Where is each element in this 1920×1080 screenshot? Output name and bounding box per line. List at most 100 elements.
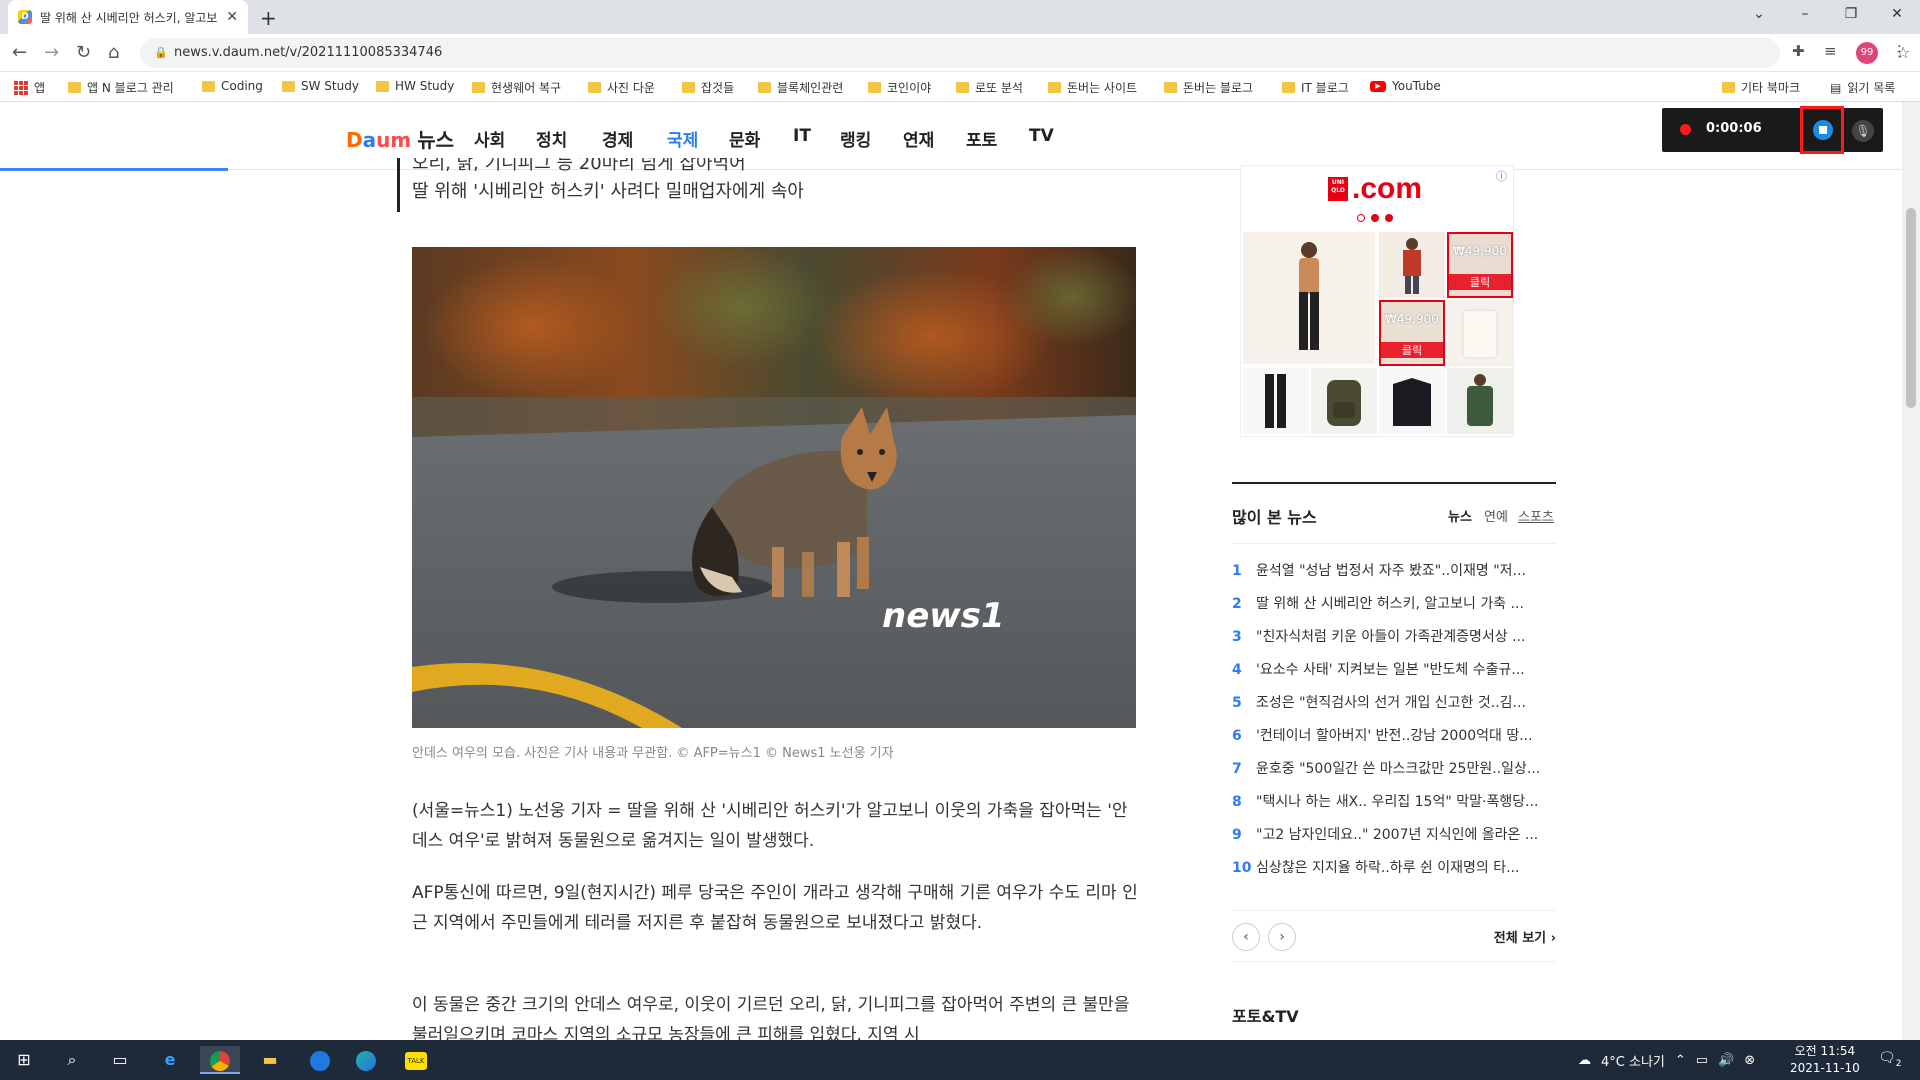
media-control-icon[interactable]: ≡ [1824,42,1837,60]
profile-avatar[interactable]: 99 [1856,42,1878,64]
address-bar[interactable]: 🔒 news.v.daum.net/v/20211110085334746 ☆ [140,38,1910,68]
popular-item[interactable]: 1 윤석열 "성남 법정서 자주 봤죠"..이재명 "저... [1232,560,1556,593]
ime-icon[interactable]: ⊗ [1744,1053,1755,1068]
kakaotalk-icon[interactable]: TALK [396,1046,436,1074]
popular-title[interactable]: 윤석열 "성남 법정서 자주 봤죠"..이재명 "저... [1256,563,1526,579]
tab-sports[interactable]: 스포츠 [1518,506,1554,525]
bookmark-folder[interactable]: 앱 N 블로그 관리 [68,79,174,96]
scrollbar-thumb[interactable] [1906,208,1916,408]
windows-start-icon[interactable]: ⊞ [4,1046,44,1074]
popular-title[interactable]: 심상찮은 지지율 하락..하루 쉰 이재명의 타... [1256,860,1519,876]
extensions-puzzle-icon[interactable]: ✚ [1792,42,1805,60]
ad-product[interactable] [1243,368,1309,434]
bookmark-reading-list[interactable]: ▤ 읽기 목록 [1830,79,1895,96]
browser-tab[interactable]: D 딸 위해 산 시베리안 허스키, 알고보니 가축 잡아먹는 '안데스 여우'… [8,0,248,34]
bookmark-apps[interactable]: 앱 [14,79,45,96]
weather-text[interactable]: 4°C 소나기 [1601,1051,1665,1070]
ad-product[interactable] [1379,368,1445,434]
nav-politics[interactable]: 정치 [536,126,567,151]
bookmark-folder[interactable]: 사진 다운 [588,79,655,96]
bookmark-folder[interactable]: 현생웨어 복구 [472,79,561,96]
nav-photo[interactable]: 포토 [966,126,997,151]
ad-product[interactable] [1447,368,1513,434]
ad-info-icon[interactable]: ⓘ [1496,168,1507,184]
ad-product-price[interactable]: ₩49,900 클릭 [1379,300,1445,366]
popular-item[interactable]: 10 심상찮은 지지율 하락..하루 쉰 이재명의 타... [1232,857,1556,890]
popular-item[interactable]: 9 "고2 남자인데요.." 2007년 지식인에 올라온 ... [1232,824,1556,857]
popular-item[interactable]: 2 딸 위해 산 시베리안 허스키, 알고보니 가축 ... [1232,593,1556,626]
nav-it[interactable]: IT [793,126,811,146]
ad-product[interactable] [1311,368,1377,434]
task-view-icon[interactable]: ▭ [100,1046,140,1074]
popular-title[interactable]: '요소수 사태' 지켜보는 일본 "반도체 수출규... [1256,662,1525,678]
popular-item[interactable]: 8 "택시나 하는 새X.. 우리집 15억" 막말·폭행당... [1232,791,1556,824]
bookmark-folder[interactable]: 로또 분석 [956,79,1023,96]
nav-ranking[interactable]: 랭킹 [840,126,871,151]
bookmark-folder[interactable]: Coding [202,79,263,93]
dot[interactable] [1371,214,1379,222]
nav-international[interactable]: 국제 [667,126,698,151]
ad-product[interactable] [1447,300,1513,366]
reload-icon[interactable]: ↻ [76,42,91,63]
forward-arrow-icon[interactable]: → [44,42,59,63]
network-icon[interactable]: ▭ [1696,1053,1708,1068]
back-arrow-icon[interactable]: ← [12,42,27,63]
popular-title[interactable]: '컨테이너 할아버지' 반전..강남 2000억대 땅... [1256,728,1533,744]
popular-title[interactable]: 조성은 "현직검사의 선거 개입 신고한 것..김... [1256,695,1526,711]
nav-society[interactable]: 사회 [474,126,505,151]
bookmark-folder[interactable]: 코인이야 [868,79,931,96]
next-page-button[interactable]: › [1268,923,1296,951]
ad-click-label[interactable]: 클릭 [1381,342,1443,358]
new-tab-button[interactable]: + [260,6,277,30]
show-hidden-icons-chevron-icon[interactable]: ⌃ [1675,1053,1686,1068]
ad-product[interactable] [1379,232,1445,298]
file-explorer-icon[interactable]: ▬ [250,1046,290,1074]
taskbar-clock[interactable]: 오전 11:54 2021-11-10 [1790,1043,1860,1077]
popular-title[interactable]: "친자식처럼 키운 아들이 가족관계증명서상 ... [1256,629,1525,645]
tab-search-chevron-icon[interactable]: ⌄ [1736,6,1782,22]
bookmark-folder[interactable]: 블록체인관련 [758,79,843,96]
bookmark-folder[interactable]: HW Study [376,79,454,93]
prev-page-button[interactable]: ‹ [1232,923,1260,951]
bookmark-youtube[interactable]: ▶ YouTube [1370,79,1441,93]
minimize-button[interactable]: – [1782,6,1828,22]
nav-economy[interactable]: 경제 [602,126,633,151]
home-icon[interactable]: ⌂ [108,42,119,63]
volume-icon[interactable]: 🔊 [1718,1053,1734,1068]
close-tab-icon[interactable]: ✕ [226,9,238,25]
bookmark-folder[interactable]: IT 블로그 [1282,79,1349,96]
ad-click-label[interactable]: 클릭 [1449,274,1511,290]
popular-item[interactable]: 4 '요소수 사태' 지켜보는 일본 "반도체 수출규... [1232,659,1556,692]
ad-product-main[interactable] [1243,232,1375,364]
popular-title[interactable]: "고2 남자인데요.." 2007년 지식인에 올라온 ... [1256,827,1538,843]
popular-item[interactable]: 6 '컨테이너 할아버지' 반전..강남 2000억대 땅... [1232,725,1556,758]
bookmark-folder[interactable]: SW Study [282,79,359,93]
bookmark-folder[interactable]: 돈버는 사이트 [1048,79,1137,96]
bookmark-folder[interactable]: 돈버는 블로그 [1164,79,1253,96]
see-all-link[interactable]: 전체 보기 › [1494,927,1556,946]
bookmark-folder[interactable]: 기타 북마크 [1722,79,1800,96]
article-photo[interactable]: news1 [412,247,1136,728]
search-icon[interactable]: ⌕ [52,1046,92,1074]
vertical-scrollbar[interactable] [1902,102,1920,1040]
nav-tv[interactable]: TV [1029,126,1054,146]
popular-item[interactable]: 7 윤호중 "500일간 쓴 마스크값만 25만원..일상... [1232,758,1556,791]
chrome-icon[interactable] [200,1046,240,1074]
notification-center-icon[interactable]: 🗨2 [1878,1050,1902,1069]
popular-title[interactable]: 윤호중 "500일간 쓴 마스크값만 25만원..일상... [1256,761,1540,777]
dot[interactable] [1357,214,1365,222]
uniqlo-ad-banner[interactable]: ⓘ UNI QLO .com ₩49,900 클릭 ₩49,900 클릭 [1240,165,1514,437]
nav-series[interactable]: 연재 [903,126,934,151]
popular-title[interactable]: 딸 위해 산 시베리안 허스키, 알고보니 가축 ... [1256,596,1524,612]
edge-icon[interactable] [346,1046,386,1074]
mute-microphone-icon[interactable]: 🎙 [1852,120,1874,142]
popular-item[interactable]: 5 조성은 "현직검사의 선거 개입 신고한 것..김... [1232,692,1556,725]
bookmark-folder[interactable]: 잡것들 [682,79,734,96]
popular-title[interactable]: "택시나 하는 새X.. 우리집 15억" 막말·폭행당... [1256,794,1538,810]
popular-item[interactable]: 3 "친자식처럼 키운 아들이 가족관계증명서상 ... [1232,626,1556,659]
tab-entertainment[interactable]: 연예 [1484,506,1508,525]
tab-news[interactable]: 뉴스 [1448,506,1472,525]
dot[interactable] [1385,214,1393,222]
menu-kebab-icon[interactable]: ⋮ [1892,42,1907,60]
daum-news-logo[interactable]: Daum 뉴스 [346,124,454,153]
